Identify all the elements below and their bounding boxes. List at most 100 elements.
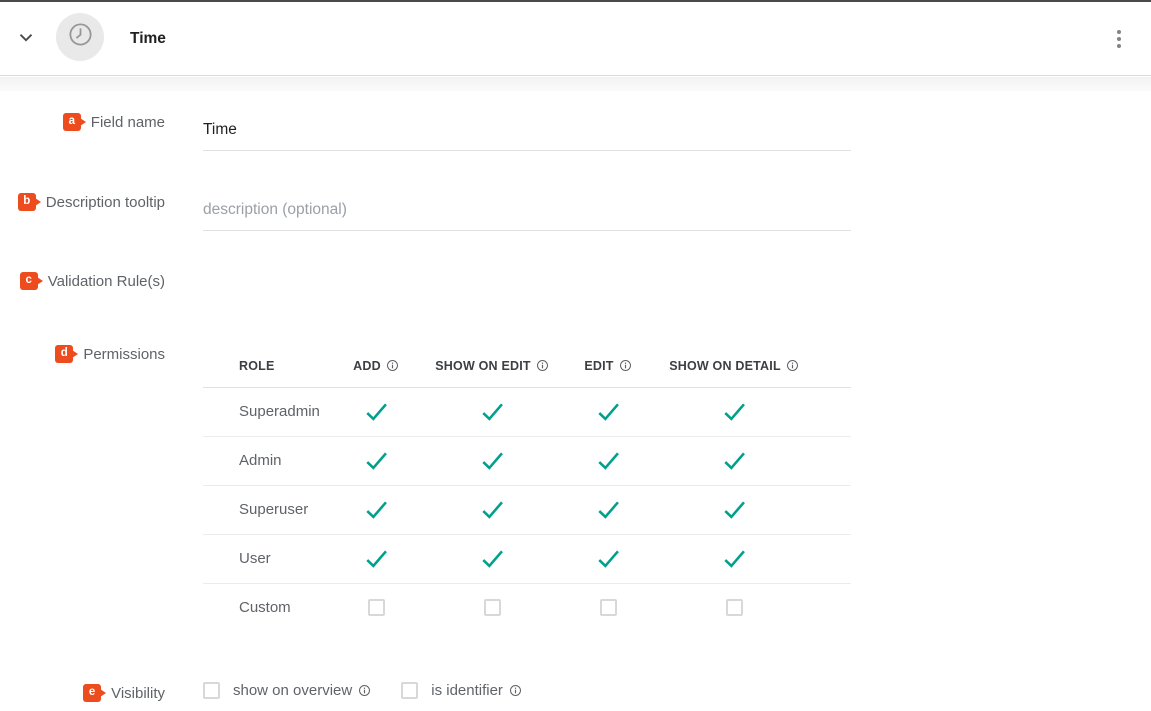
- annotation-badge-e: e: [83, 684, 101, 702]
- info-icon[interactable]: [509, 684, 522, 697]
- kebab-dot: [1117, 44, 1121, 48]
- permission-toggle[interactable]: [565, 534, 651, 583]
- check-icon: [479, 447, 506, 474]
- checkbox: [600, 599, 617, 616]
- info-icon[interactable]: [619, 359, 632, 372]
- permission-row-user: User: [203, 534, 851, 583]
- check-icon: [721, 447, 748, 474]
- col-header-show-on-edit: SHOW ON EDIT: [419, 346, 565, 387]
- panel-header: Time: [0, 2, 1151, 76]
- permission-toggle[interactable]: [333, 436, 419, 485]
- permissions-label-text: Permissions: [83, 346, 165, 363]
- permissions-table: ROLE ADD SHOW ON EDIT EDIT SHOW ON DETAI…: [203, 346, 851, 632]
- annotation-badge-d: d: [55, 345, 73, 363]
- role-name: Admin: [203, 436, 333, 485]
- check-icon: [721, 496, 748, 523]
- permission-toggle[interactable]: [333, 485, 419, 534]
- permission-row-superuser: Superuser: [203, 485, 851, 534]
- role-name: Superadmin: [203, 387, 333, 436]
- field-name-label: a Field name: [0, 112, 165, 132]
- clock-icon: [67, 21, 94, 53]
- check-icon: [479, 496, 506, 523]
- check-icon: [479, 545, 506, 572]
- annotation-badge-a: a: [63, 113, 81, 131]
- panel-title: Time: [130, 2, 166, 76]
- check-icon: [595, 398, 622, 425]
- info-icon[interactable]: [386, 359, 399, 372]
- permission-toggle[interactable]: [565, 387, 651, 436]
- check-icon: [595, 496, 622, 523]
- validation-rules-label: c Validation Rule(s): [0, 271, 165, 291]
- permissions-label: d Permissions: [0, 344, 165, 364]
- check-icon: [363, 545, 390, 572]
- check-icon: [363, 496, 390, 523]
- info-icon[interactable]: [536, 359, 549, 372]
- check-icon: [721, 545, 748, 572]
- description-tooltip-label-text: Description tooltip: [46, 194, 165, 211]
- permission-toggle[interactable]: [565, 485, 651, 534]
- permission-toggle[interactable]: [419, 485, 565, 534]
- permission-toggle[interactable]: [333, 534, 419, 583]
- is-identifier-checkbox[interactable]: [401, 682, 418, 699]
- permission-toggle[interactable]: [333, 387, 419, 436]
- permission-toggle[interactable]: [651, 436, 817, 485]
- col-header-role: ROLE: [203, 346, 333, 387]
- spacer-cell: [817, 583, 851, 632]
- check-icon: [363, 398, 390, 425]
- permission-row-custom: Custom: [203, 583, 851, 632]
- check-icon: [595, 447, 622, 474]
- visibility-label-text: Visibility: [111, 685, 165, 702]
- description-tooltip-label: b Description tooltip: [0, 192, 165, 212]
- annotation-badge-c: c: [20, 272, 38, 290]
- permission-toggle[interactable]: [419, 534, 565, 583]
- is-identifier-option: is identifier: [401, 682, 522, 699]
- checkbox: [726, 599, 743, 616]
- role-name: Custom: [203, 583, 333, 632]
- info-icon[interactable]: [786, 359, 799, 372]
- permission-toggle[interactable]: [333, 583, 419, 632]
- check-icon: [721, 398, 748, 425]
- checkbox: [484, 599, 501, 616]
- permission-toggle[interactable]: [419, 436, 565, 485]
- visibility-label: e Visibility: [0, 683, 165, 703]
- info-icon[interactable]: [358, 684, 371, 697]
- role-name: Superuser: [203, 485, 333, 534]
- permission-toggle[interactable]: [419, 387, 565, 436]
- description-input[interactable]: [203, 201, 851, 231]
- check-icon: [595, 545, 622, 572]
- check-icon: [363, 447, 390, 474]
- permission-toggle[interactable]: [651, 583, 817, 632]
- header-shadow: [0, 77, 1151, 91]
- more-options-button[interactable]: [1110, 26, 1128, 52]
- permissions-header-row: ROLE ADD SHOW ON EDIT EDIT SHOW ON DETAI…: [203, 346, 851, 387]
- permission-row-superadmin: Superadmin: [203, 387, 851, 436]
- kebab-dot: [1117, 30, 1121, 34]
- chevron-down-icon: [15, 26, 37, 53]
- spacer-cell: [817, 346, 851, 387]
- visibility-options: show on overview is identifier: [203, 682, 522, 699]
- show-on-overview-checkbox[interactable]: [203, 682, 220, 699]
- field-name-label-text: Field name: [91, 114, 165, 131]
- check-icon: [479, 398, 506, 425]
- show-on-overview-option: show on overview: [203, 682, 371, 699]
- annotation-badge-b: b: [18, 193, 36, 211]
- permission-toggle[interactable]: [651, 387, 817, 436]
- permission-toggle[interactable]: [651, 485, 817, 534]
- spacer-cell: [817, 485, 851, 534]
- spacer-cell: [817, 534, 851, 583]
- show-on-overview-label: show on overview: [233, 682, 352, 699]
- field-name-input[interactable]: [203, 121, 851, 151]
- validation-rules-label-text: Validation Rule(s): [48, 273, 165, 290]
- field-type-chip: [56, 13, 104, 61]
- role-name: User: [203, 534, 333, 583]
- spacer-cell: [817, 436, 851, 485]
- permission-toggle[interactable]: [651, 534, 817, 583]
- field-editor-panel: Time a Field name b Description tooltip …: [0, 0, 1151, 711]
- permission-row-admin: Admin: [203, 436, 851, 485]
- permission-toggle[interactable]: [419, 583, 565, 632]
- checkbox: [368, 599, 385, 616]
- permission-toggle[interactable]: [565, 436, 651, 485]
- collapse-button[interactable]: [14, 27, 38, 51]
- permission-toggle[interactable]: [565, 583, 651, 632]
- col-header-show-on-detail: SHOW ON DETAIL: [651, 346, 817, 387]
